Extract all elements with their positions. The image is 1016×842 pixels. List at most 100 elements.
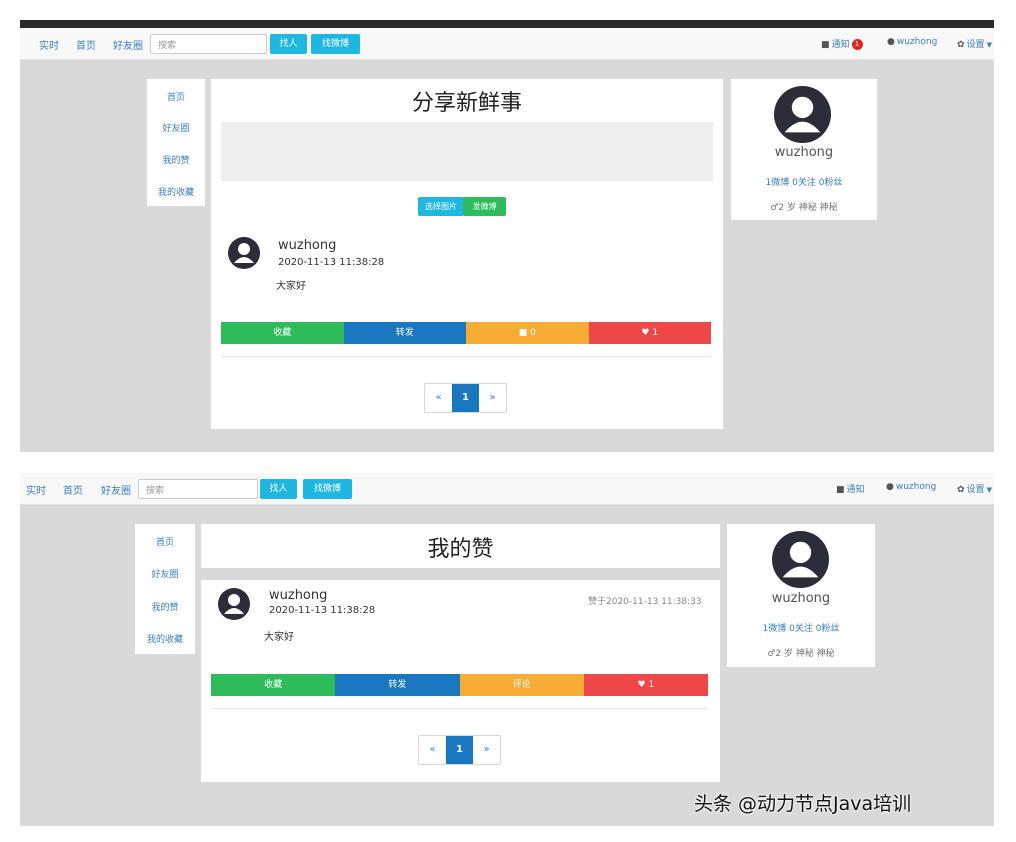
find-people-button[interactable]: 找人 [270, 34, 307, 54]
left-sidebar: 首页 好友圈 我的赞 我的收藏 [147, 79, 205, 206]
find-people-button[interactable]: 找人 [260, 479, 297, 499]
profile-name[interactable]: wuzhong [731, 145, 877, 160]
user-avatar-icon [234, 243, 254, 263]
choose-image-button[interactable]: 选择图片 [418, 197, 464, 216]
nav-home[interactable]: 首页 [76, 37, 96, 52]
top-navbar: 实时 首页 好友圈 搜索 找人 找微博 ■ 通知 1 ● wuzhong ✿ 设置 ▼ [20, 28, 994, 60]
profile-avatar[interactable] [772, 531, 829, 588]
screenshot-1: 实时 首页 好友圈 搜索 找人 找微博 ■ 通知 1 ● wuzhong ✿ 设置 ▼ 首… [20, 20, 994, 452]
like-count: 1 [652, 328, 659, 338]
nav-home[interactable]: 首页 [63, 482, 83, 497]
nav-realtime[interactable]: 实时 [26, 482, 46, 497]
post-content: 大家好 [276, 281, 306, 292]
favorite-button[interactable]: 收藏 [221, 322, 344, 344]
post-avatar[interactable] [228, 237, 260, 269]
settings-label: 设置 [966, 40, 985, 50]
search-input[interactable]: 搜索 [138, 479, 258, 499]
sidebar-item-friends[interactable]: 好友圈 [135, 567, 195, 580]
heart-icon: ♥ [641, 328, 653, 338]
post-username[interactable]: wuzhong [278, 238, 336, 253]
sidebar-item-home[interactable]: 首页 [147, 90, 205, 103]
comment-button[interactable]: 评论 [459, 674, 584, 696]
comment-button[interactable]: ■ 0 [466, 322, 589, 344]
find-weibo-button[interactable]: 找微博 [303, 479, 352, 499]
caret-down-icon: ▼ [986, 41, 992, 49]
like-count: 1 [648, 680, 655, 690]
watermark: 头条 @动力节点Java培训 [694, 793, 912, 815]
repost-button[interactable]: 转发 [335, 674, 460, 696]
favorite-button[interactable]: 收藏 [211, 674, 336, 696]
sidebar-item-likes[interactable]: 我的赞 [147, 153, 205, 166]
nav-friends[interactable]: 好友圈 [113, 37, 143, 52]
caret-down-icon: ▼ [986, 486, 992, 494]
user-avatar-icon [784, 96, 821, 133]
left-sidebar: 首页 好友圈 我的赞 我的收藏 [135, 524, 195, 654]
notifications-link[interactable]: ■ 通知 [836, 482, 865, 495]
pagination: « 1 » [418, 735, 501, 765]
title-panel: 我的赞 [201, 524, 720, 568]
sidebar-item-favorites[interactable]: 我的收藏 [135, 632, 195, 645]
divider [211, 708, 708, 709]
profile-avatar[interactable] [774, 86, 831, 143]
browser-strip [20, 20, 994, 28]
pagination: « 1 » [424, 383, 507, 413]
profile-name[interactable]: wuzhong [727, 591, 875, 606]
profile-info: ♂2 岁 神秘 神秘 [767, 649, 835, 659]
search-input[interactable]: 搜索 [150, 34, 267, 54]
pager-page-1[interactable]: 1 [452, 384, 479, 412]
post-time: 2020-11-13 11:38:28 [278, 257, 385, 268]
pager-prev[interactable]: « [419, 736, 446, 764]
pager-next[interactable]: » [473, 736, 500, 764]
sidebar-item-likes[interactable]: 我的赞 [135, 600, 195, 613]
like-button[interactable]: ♥ 1 [583, 674, 708, 696]
like-button[interactable]: ♥ 1 [588, 322, 711, 344]
comment-icon: ■ [518, 328, 531, 338]
liked-post-panel: wuzhong 2020-11-13 11:38:28 赞于2020-11-13… [201, 580, 720, 782]
notifications-label: 通知 [831, 40, 850, 50]
settings-link[interactable]: ✿ 设置 ▼ [957, 37, 992, 50]
sidebar-item-home[interactable]: 首页 [135, 535, 195, 548]
profile-card: wuzhong 1微博 0关注 0粉丝 ♂2 岁 神秘 神秘 [731, 79, 877, 220]
liked-time: 赞于2020-11-13 11:38:33 [588, 597, 702, 607]
settings-link[interactable]: ✿ 设置 ▼ [957, 482, 992, 495]
comment-count: 0 [530, 328, 536, 338]
pager-next[interactable]: » [479, 384, 506, 412]
settings-label: 设置 [966, 485, 985, 495]
profile-stats[interactable]: 1微博 0关注 0粉丝 [727, 621, 875, 634]
nav-friends[interactable]: 好友圈 [101, 482, 131, 497]
repost-button[interactable]: 转发 [343, 322, 466, 344]
user-link[interactable]: ● wuzhong [886, 482, 936, 492]
divider [221, 356, 711, 357]
post-content: 大家好 [264, 632, 294, 643]
screenshot-2: 实时 首页 好友圈 搜索 找人 找微博 ■ 通知 ● wuzhong ✿ 设置 ▼ 首页… [20, 473, 994, 826]
user-icon: ● [887, 37, 895, 47]
pager-page-1[interactable]: 1 [446, 736, 473, 764]
user-label: wuzhong [896, 37, 938, 47]
main-panel: 分享新鲜事 选择图片 发微博 wuzhong 2020-11-13 11:38:… [211, 79, 723, 429]
profile-card: wuzhong 1微博 0关注 0粉丝 ♂2 岁 神秘 神秘 [727, 524, 875, 667]
user-link[interactable]: ● wuzhong [887, 37, 937, 47]
sidebar-item-favorites[interactable]: 我的收藏 [147, 185, 205, 198]
page-title: 分享新鲜事 [411, 91, 522, 116]
notifications-label: 通知 [846, 485, 865, 495]
pager-prev[interactable]: « [425, 384, 452, 412]
top-navbar: 实时 首页 好友圈 搜索 找人 找微博 ■ 通知 ● wuzhong ✿ 设置 ▼ [20, 473, 994, 505]
sidebar-item-friends[interactable]: 好友圈 [147, 121, 205, 134]
post-username[interactable]: wuzhong [269, 588, 327, 603]
user-icon: ● [886, 482, 894, 492]
post-action-bar: 收藏 转发 评论 ♥ 1 [211, 674, 708, 696]
profile-info: ♂2 岁 神秘 神秘 [770, 203, 838, 213]
user-avatar-icon [782, 541, 819, 578]
nav-realtime[interactable]: 实时 [39, 37, 59, 52]
find-weibo-button[interactable]: 找微博 [311, 34, 360, 54]
post-avatar[interactable] [218, 588, 250, 620]
page-title: 我的赞 [427, 537, 494, 562]
profile-stats[interactable]: 1微博 0关注 0粉丝 [731, 175, 877, 188]
notifications-link[interactable]: ■ 通知 1 [821, 37, 863, 50]
comment-icon: ■ [821, 40, 830, 50]
comment-icon: ■ [836, 485, 845, 495]
publish-button[interactable]: 发微博 [463, 197, 506, 216]
user-avatar-icon [224, 594, 244, 614]
post-action-bar: 收藏 转发 ■ 0 ♥ 1 [221, 322, 711, 344]
post-textarea[interactable] [221, 122, 713, 181]
